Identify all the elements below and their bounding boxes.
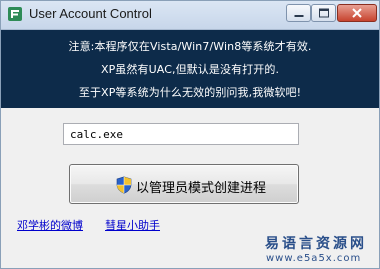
watermark-name: 易语言资源网	[265, 236, 367, 252]
run-as-admin-label: 以管理员模式创建进程	[136, 181, 267, 196]
minimize-button[interactable]	[286, 4, 311, 22]
run-as-admin-button[interactable]: 以管理员模式创建进程	[69, 164, 299, 204]
maximize-button[interactable]	[311, 4, 336, 22]
close-button[interactable]	[337, 4, 377, 22]
minimize-icon	[294, 15, 303, 17]
maximize-icon	[318, 8, 329, 18]
command-input[interactable]	[63, 123, 299, 145]
weibo-link[interactable]: 邓学彬的微博	[17, 217, 83, 233]
uac-shield-icon	[116, 176, 132, 194]
title-bar[interactable]: User Account Control	[1, 1, 379, 30]
helper-link[interactable]: 彗星小助手	[105, 217, 160, 233]
close-icon	[352, 8, 362, 18]
watermark-url: www.e5a5x.com	[266, 253, 362, 264]
notice-panel: 注意:本程序仅在Vista/Win7/Win8等系统才有效. XP虽然有UAC,…	[1, 30, 379, 108]
notice-line-2: XP虽然有UAC,但默认是没有打开的.	[100, 63, 280, 76]
window-title: User Account Control	[29, 6, 152, 21]
app-icon	[8, 7, 22, 21]
notice-line-3: 至于XP等系统为什么无效的别问我,我微软吧!	[78, 86, 302, 99]
uac-window: User Account Control 注意:本程序仅在Vista/Win7/…	[0, 0, 380, 269]
notice-line-1: 注意:本程序仅在Vista/Win7/Win8等系统才有效.	[68, 40, 312, 53]
